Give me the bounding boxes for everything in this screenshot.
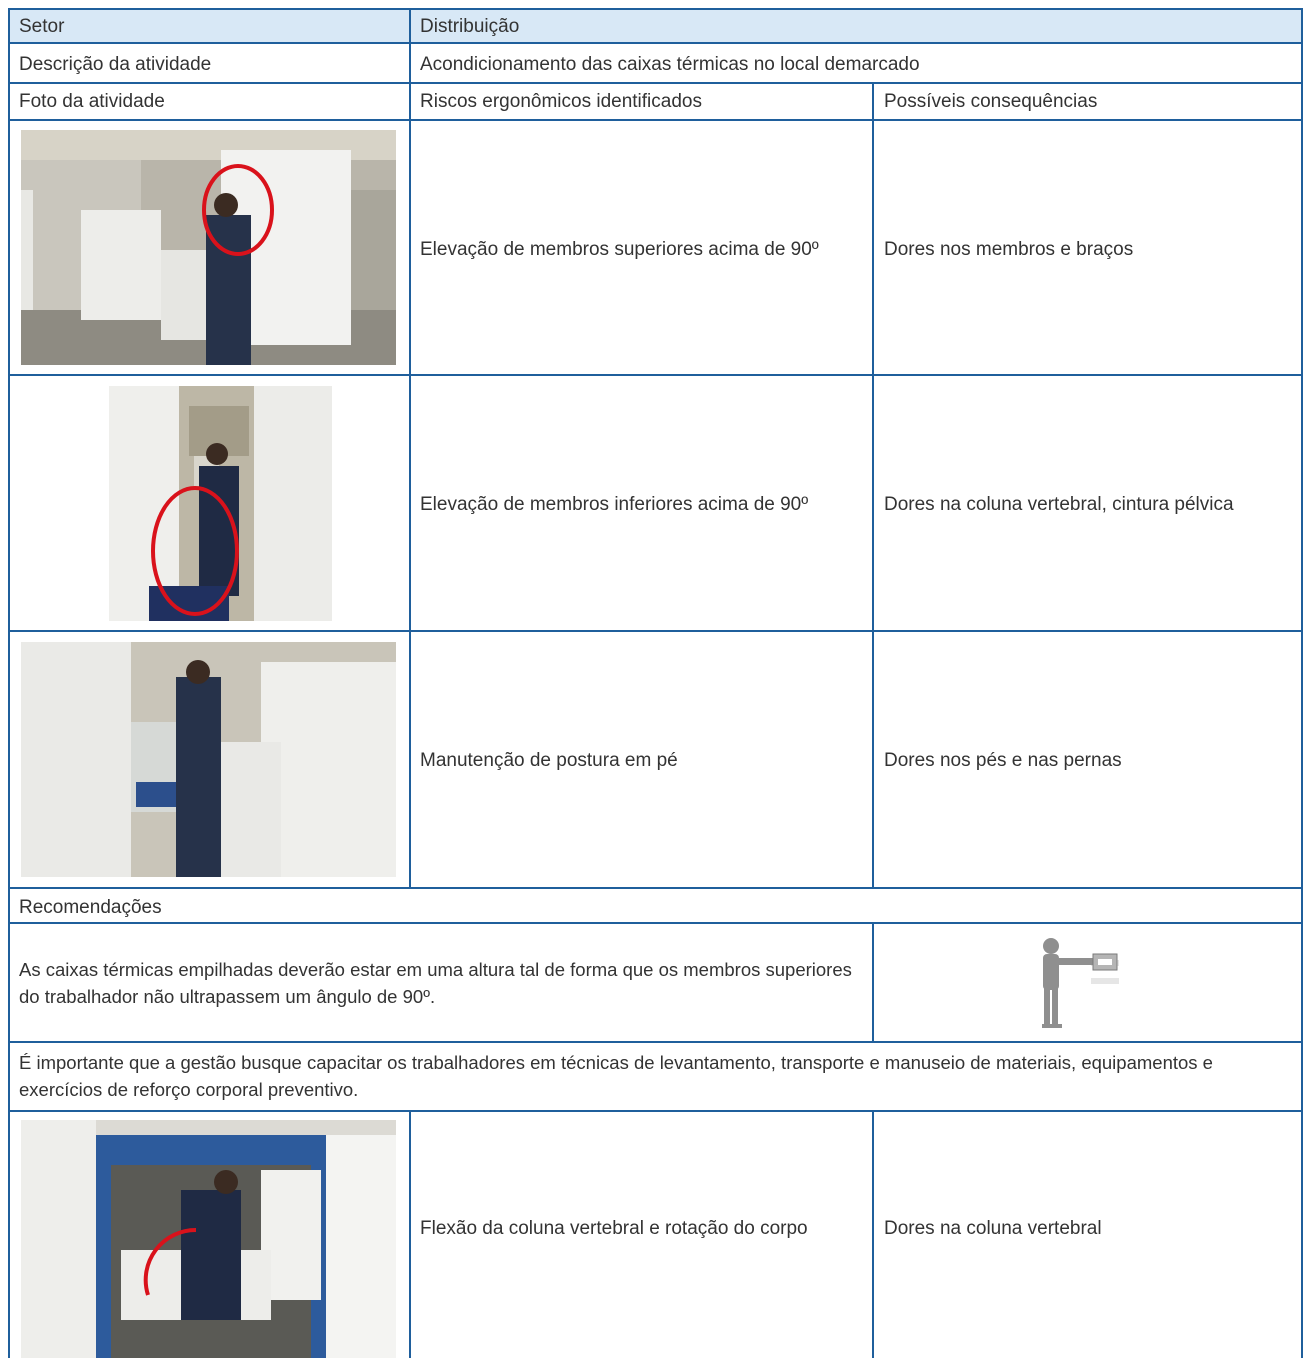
risco-1: Elevação de membros superiores acima de … [420, 239, 819, 260]
consequencia-2: Dores na coluna vertebral, cintura pélvi… [884, 494, 1234, 515]
ergonomic-assessment-table: Setor Distribuição Descrição da atividad… [0, 0, 1303, 1358]
activity-photo-2 [109, 386, 332, 621]
consequencia-4: Dores na coluna vertebral [884, 1218, 1102, 1239]
recomendacoes-title: Recomendações [19, 897, 162, 918]
setor-label: Setor [19, 16, 65, 37]
consequencia-1: Dores nos membros e braços [884, 239, 1134, 260]
descricao-value: Acondicionamento das caixas térmicas no … [420, 54, 920, 75]
consequencia-3: Dores nos pés e nas pernas [884, 750, 1122, 771]
header-row-setor [8, 8, 1303, 42]
person-holding-box-icon [1035, 932, 1119, 1032]
consequencias-column-header: Possíveis consequências [884, 91, 1098, 112]
riscos-column-header: Riscos ergonômicos identificados [420, 91, 702, 112]
recomendacao-capacitacao: É importante que a gestão busque capacit… [19, 1052, 1213, 1100]
activity-photo-4 [21, 1120, 396, 1358]
foto-column-header: Foto da atividade [19, 91, 165, 112]
activity-photo-3 [21, 642, 396, 877]
risco-2: Elevação de membros inferiores acima de … [420, 494, 809, 515]
activity-photo-1 [21, 130, 396, 365]
descricao-label: Descrição da atividade [19, 54, 212, 75]
risco-3: Manutenção de postura em pé [420, 750, 678, 771]
setor-value: Distribuição [420, 16, 520, 37]
risco-4: Flexão da coluna vertebral e rotação do … [420, 1218, 808, 1239]
recomendacao-altura: As caixas térmicas empilhadas deverão es… [19, 959, 852, 1007]
